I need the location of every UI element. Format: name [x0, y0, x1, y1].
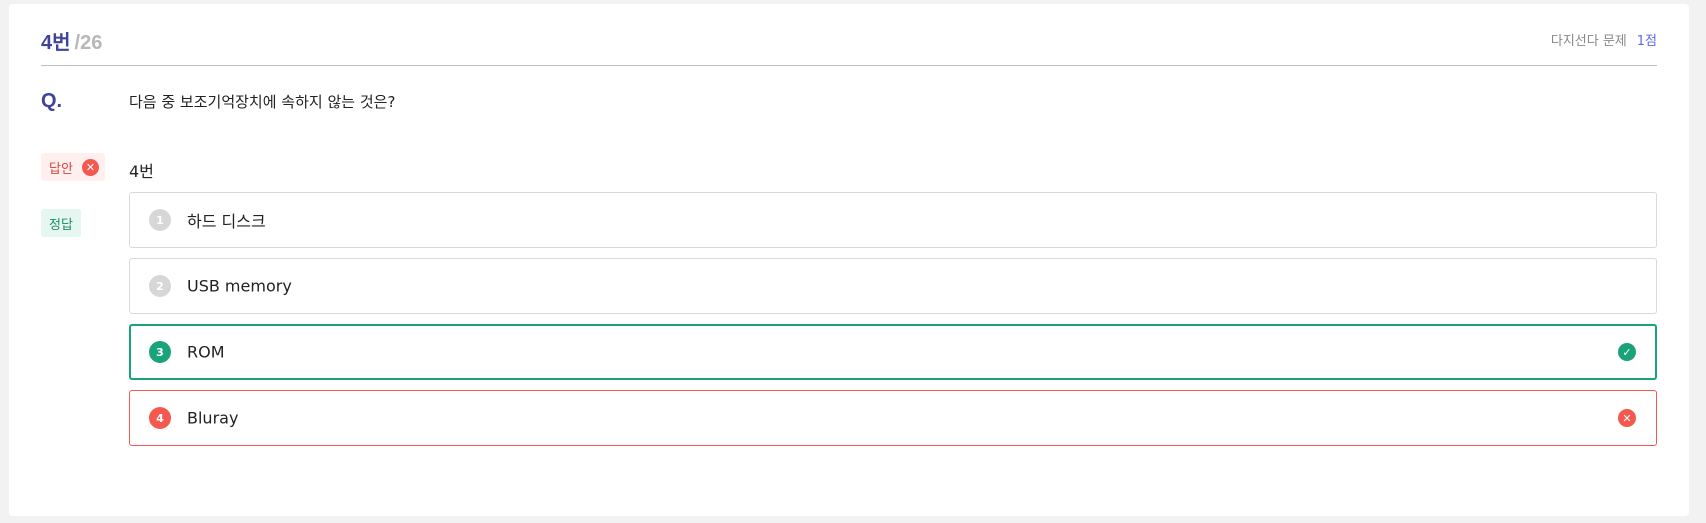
my-answer-tag: 답안 ✕ [41, 153, 105, 181]
option-4[interactable]: 4 Bluray ✕ [129, 390, 1657, 446]
question-points: 1점 [1636, 34, 1657, 49]
question-header: 4번/26 다지선다 문제 1점 [41, 4, 1657, 66]
question-type: 다지선다 문제 [1550, 34, 1627, 49]
option-number: 1 [149, 209, 171, 231]
question-text: 다음 중 보조기억장치에 속하지 않는 것은? [129, 93, 396, 111]
option-text: Bluray [187, 408, 239, 428]
x-circle-icon: ✕ [81, 158, 99, 176]
question-number: 4번/26 [41, 26, 102, 55]
correct-answer-tag-label: 정답 [49, 217, 73, 233]
question-card: 4번/26 다지선다 문제 1점 Q. 다음 중 보조기억장치에 속하지 않는 것… [9, 4, 1689, 516]
check-circle-icon: ✓ [1618, 343, 1636, 361]
option-number: 4 [149, 407, 171, 429]
option-1[interactable]: 1 하드 디스크 [129, 192, 1657, 248]
my-answer-value: 4번 [129, 162, 154, 181]
option-3[interactable]: 3 ROM ✓ [129, 324, 1657, 380]
question-number-value: 4번 [41, 32, 71, 54]
my-answer-tag-label: 답안 [49, 161, 73, 177]
correct-answer-tag: 정답 [41, 209, 81, 237]
question-total: /26 [74, 32, 103, 54]
option-text: USB memory [187, 276, 292, 296]
option-number: 2 [149, 275, 171, 297]
option-2[interactable]: 2 USB memory [129, 258, 1657, 314]
option-text: 하드 디스크 [187, 212, 266, 231]
question-meta: 다지선다 문제 1점 [1551, 30, 1657, 49]
option-text: ROM [187, 342, 225, 362]
x-circle-icon: ✕ [1618, 409, 1636, 427]
question-label: Q. [41, 90, 63, 112]
option-number: 3 [149, 341, 171, 363]
